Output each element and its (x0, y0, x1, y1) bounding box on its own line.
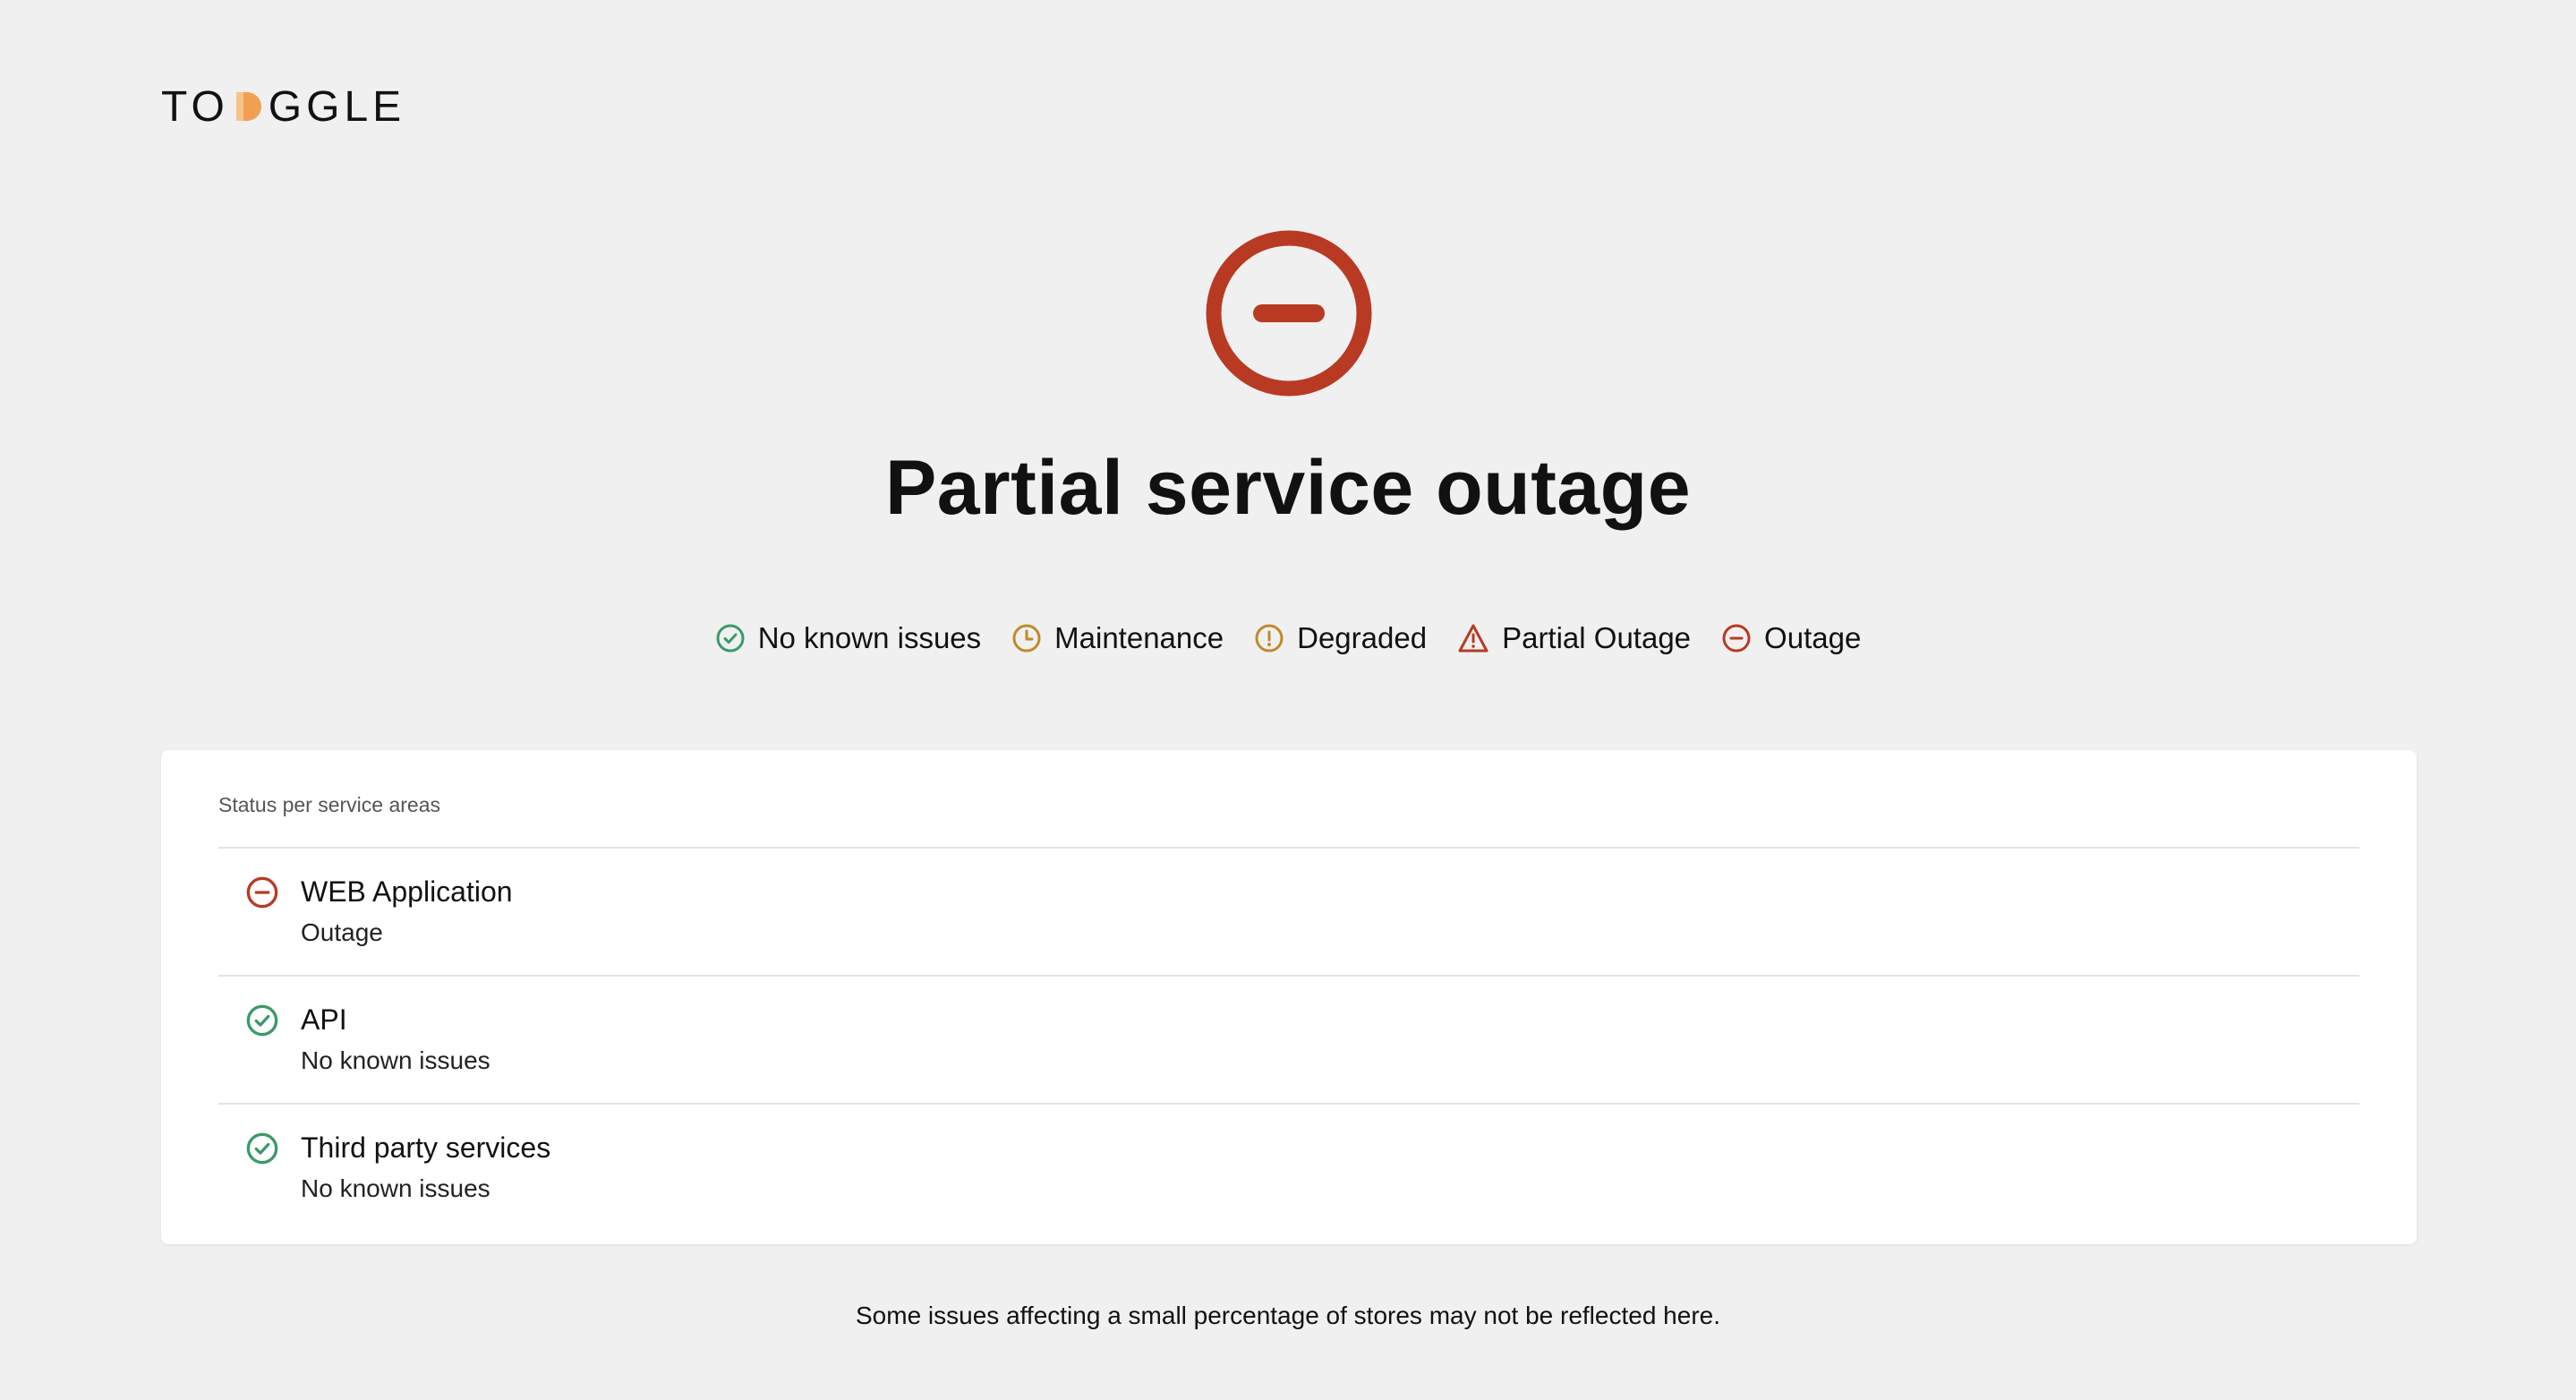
legend-item-outage: Outage (1721, 621, 1861, 655)
legend-item-maintenance: Maintenance (1011, 621, 1224, 655)
page-title: Partial service outage (884, 445, 1692, 531)
check-circle-icon (245, 1131, 279, 1165)
card-heading: Status per service areas (218, 793, 441, 816)
toggle-logo: TO GGLE (161, 83, 405, 131)
service-row-third-party-services: Third party services No known issues (218, 1103, 2359, 1232)
service-row-web-application: WEB Application Outage (218, 847, 2359, 976)
legend-label: Maintenance (1054, 621, 1224, 654)
exclamation-circle-icon (1254, 623, 1284, 653)
service-status: No known issues (301, 1174, 490, 1202)
legend-label: No known issues (757, 621, 982, 654)
service-status: Outage (301, 918, 383, 946)
status-legend: No known issues Maintenance Degraded Par… (0, 621, 2576, 655)
service-status-card: Status per service areas WEB Application… (161, 750, 2417, 1244)
service-name: API (301, 1003, 347, 1036)
service-row-api: API No known issues (218, 975, 2359, 1104)
check-circle-icon (245, 1003, 279, 1037)
legend-item-degraded: Degraded (1254, 621, 1427, 655)
logo-mark-icon (233, 90, 265, 123)
legend-label: Outage (1764, 621, 1862, 654)
legend-item-partial-outage: Partial Outage (1457, 621, 1691, 655)
service-name: WEB Application (301, 875, 513, 908)
footnote: Some issues affecting a small percentage… (856, 1302, 1720, 1329)
clock-icon (1011, 623, 1042, 653)
legend-label: Partial Outage (1502, 621, 1692, 654)
outage-icon (1205, 229, 1373, 397)
minus-circle-icon (245, 875, 279, 909)
warning-triangle-icon (1457, 623, 1489, 653)
service-name: Third party services (301, 1131, 551, 1164)
legend-label: Degraded (1297, 621, 1428, 654)
logo-text-start: TO (161, 82, 229, 131)
check-circle-icon (715, 623, 746, 653)
service-status: No known issues (301, 1046, 490, 1074)
minus-circle-icon (1721, 623, 1752, 653)
logo-text-end: GGLE (268, 82, 406, 131)
legend-item-no-known-issues: No known issues (715, 621, 981, 655)
